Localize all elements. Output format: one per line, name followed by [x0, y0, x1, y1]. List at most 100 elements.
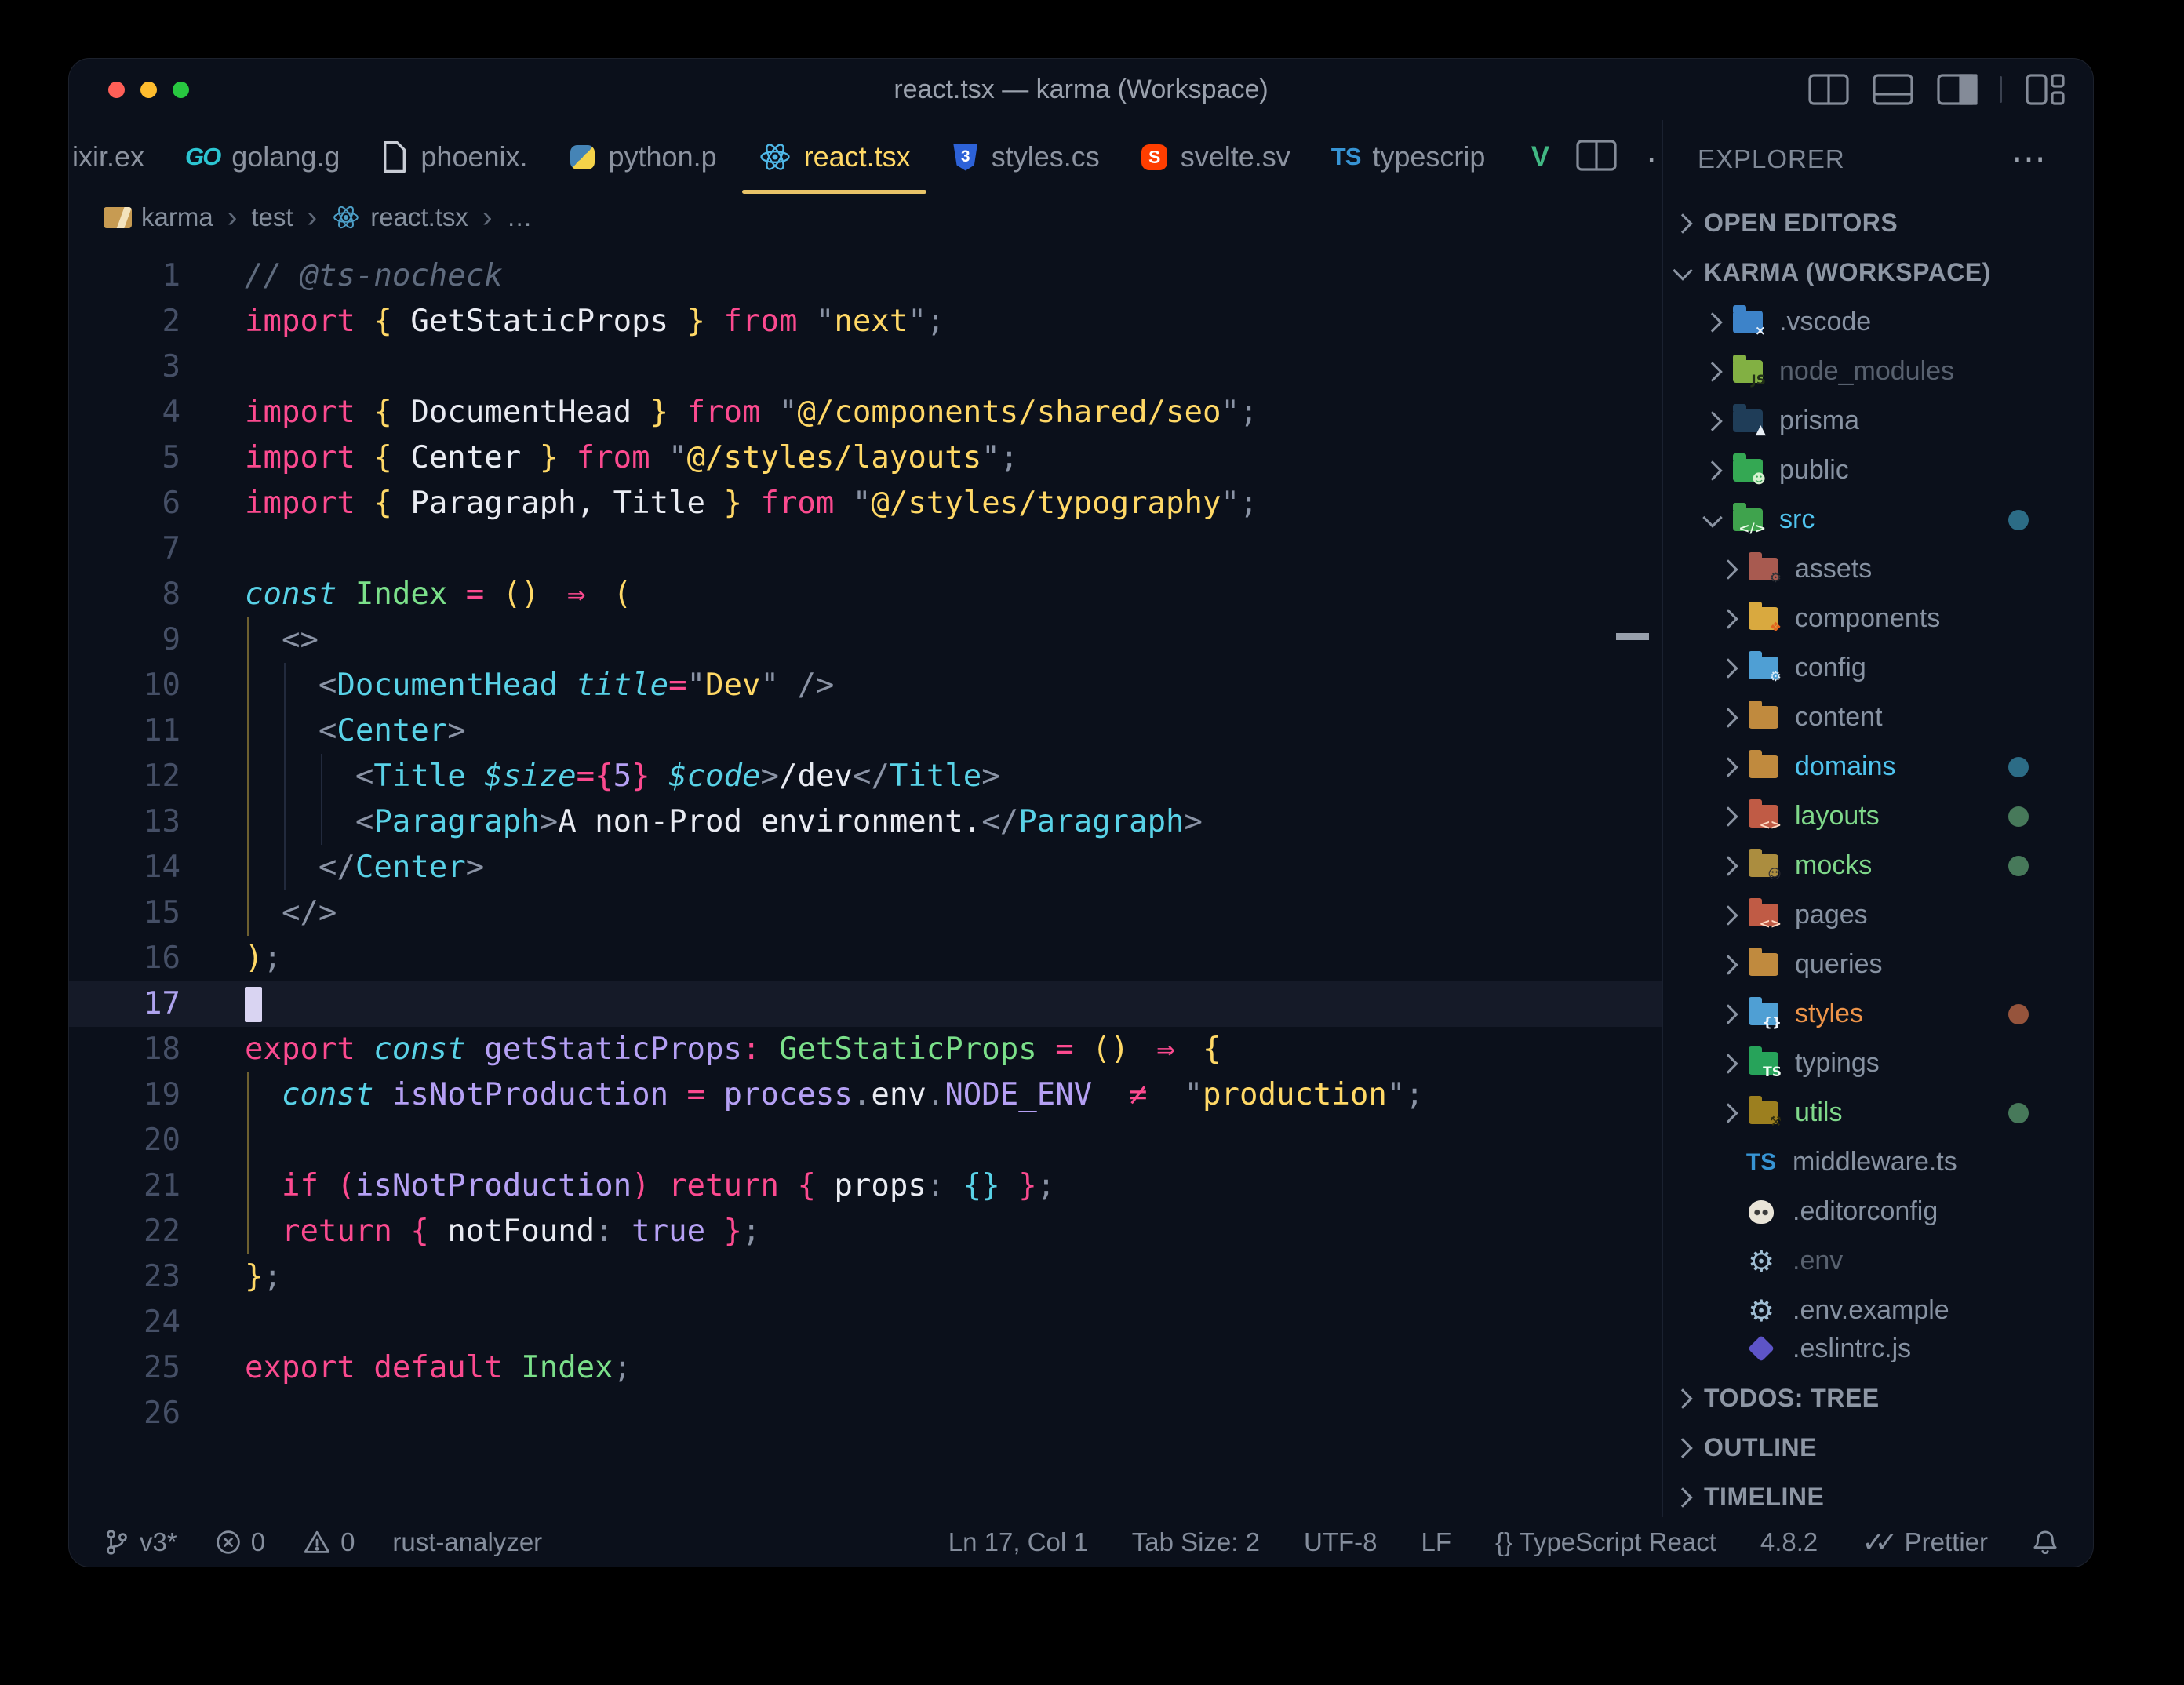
tree-folder-components[interactable]: ❖components — [1663, 594, 2093, 643]
customize-layout-icon[interactable] — [2022, 71, 2066, 108]
tab-ixir.ex[interactable]: ixir.ex — [69, 120, 165, 194]
code-line-23[interactable]: 23}; — [69, 1254, 1662, 1300]
section-timeline[interactable]: TIMELINE — [1663, 1472, 2093, 1517]
tree-file-editorconfig[interactable]: .editorconfig — [1663, 1187, 2093, 1236]
tree-folder-layouts[interactable]: <>layouts — [1663, 792, 2093, 841]
tree-file-env[interactable]: ⚙.env — [1663, 1236, 2093, 1286]
tab-typescrip[interactable]: TStypescrip — [1311, 120, 1506, 194]
code-line-15[interactable]: 15 </> — [69, 890, 1662, 936]
code-line-7[interactable]: 7 — [69, 526, 1662, 572]
tree-folder-config[interactable]: ⚙config — [1663, 643, 2093, 693]
code-line-26[interactable]: 26 — [69, 1391, 1662, 1436]
code-line-13[interactable]: 13 <Paragraph>A non-Prod environment.</P… — [69, 799, 1662, 845]
tree-folder-assets[interactable]: ⚙assets — [1663, 544, 2093, 594]
chevron-right-icon — [1673, 1487, 1692, 1507]
zoom-window-button[interactable] — [173, 82, 189, 98]
status-item-tab-size-2[interactable]: Tab Size: 2 — [1132, 1527, 1260, 1557]
breadcrumb-item-test[interactable]: test — [251, 202, 293, 232]
split-editors-icon[interactable] — [1807, 71, 1851, 108]
tree-folder-vscode[interactable]: ×.vscode — [1663, 297, 2093, 347]
tree-folder-utils[interactable]: ⚒utils — [1663, 1088, 2093, 1137]
section-open-editors[interactable]: OPEN EDITORS — [1663, 198, 2093, 248]
tree-folder-queries[interactable]: queries — [1663, 940, 2093, 989]
folder-icon: ⚙ — [1746, 651, 1781, 686]
tree-folder-prisma[interactable]: ▲prisma — [1663, 396, 2093, 446]
code-line-6[interactable]: 6import { Paragraph, Title } from "@/sty… — [69, 481, 1662, 526]
git-status-dot — [2008, 806, 2029, 827]
code-line-9[interactable]: 9 <> — [69, 617, 1662, 663]
tree-folder-node_modules[interactable]: JSnode_modules — [1663, 347, 2093, 396]
code-line-11[interactable]: 11 <Center> — [69, 708, 1662, 754]
code-line-10[interactable]: 10 <DocumentHead title="Dev" /> — [69, 663, 1662, 708]
tree-folder-typings[interactable]: TStypings — [1663, 1039, 2093, 1088]
status-item-typescript-react[interactable]: {} TypeScript React — [1495, 1527, 1716, 1557]
code-line-8[interactable]: 8const Index = () ⇒ ( — [69, 572, 1662, 617]
status-item-lf[interactable]: LF — [1421, 1527, 1451, 1557]
tree-folder-pages[interactable]: <>pages — [1663, 890, 2093, 940]
breadcrumb-item-…[interactable]: … — [507, 202, 533, 232]
status-item-4.8.2[interactable]: 4.8.2 — [1760, 1527, 1818, 1557]
toggle-panel-icon[interactable] — [1871, 71, 1915, 108]
code-editor[interactable]: 1// @ts-nocheck2import { GetStaticProps … — [69, 241, 1662, 1517]
python-icon — [569, 141, 597, 173]
status-item-utf-8[interactable]: UTF-8 — [1304, 1527, 1378, 1557]
tab-phoenix.[interactable]: phoenix. — [360, 120, 548, 194]
line-number: 13 — [69, 799, 220, 845]
toggle-right-sidebar-icon[interactable] — [1935, 71, 1979, 108]
code-line-2[interactable]: 2import { GetStaticProps } from "next"; — [69, 299, 1662, 344]
tree-item-label: pages — [1795, 900, 1868, 930]
status-item-v3[interactable]: v3* — [104, 1527, 177, 1557]
status-item-rust-analyzer[interactable]: rust-analyzer — [392, 1527, 542, 1557]
code-line-14[interactable]: 14 </Center> — [69, 845, 1662, 890]
tree-file-eslintrc.js[interactable]: .eslintrc.js — [1663, 1335, 2093, 1362]
code-line-17[interactable]: 17 — [69, 981, 1662, 1027]
code-content: export const getStaticProps: GetStaticPr… — [220, 1027, 1662, 1072]
tree-file-middleware.ts[interactable]: TSmiddleware.ts — [1663, 1137, 2093, 1187]
code-line-25[interactable]: 25export default Index; — [69, 1345, 1662, 1391]
tree-item-label: layouts — [1795, 801, 1880, 832]
tree-folder-src[interactable]: </>src — [1663, 495, 2093, 544]
section-outline[interactable]: OUTLINE — [1663, 1423, 2093, 1472]
code-line-3[interactable]: 3 — [69, 344, 1662, 390]
tree-folder-styles[interactable]: {}styles — [1663, 989, 2093, 1039]
sidebar-bottom-sections: TODOS: TREEOUTLINETIMELINE — [1663, 1374, 2093, 1517]
code-line-5[interactable]: 5import { Center } from "@/styles/layout… — [69, 435, 1662, 481]
status-item-prettier[interactable]: ✓✓Prettier — [1862, 1526, 1988, 1559]
breadcrumb-item-react.tsx[interactable]: react.tsx — [331, 202, 468, 232]
close-window-button[interactable] — [108, 82, 125, 98]
code-content: import { Paragraph, Title } from "@/styl… — [220, 481, 1662, 526]
status-item-bell[interactable] — [2032, 1528, 2058, 1556]
section-workspace-root[interactable]: KARMA (WORKSPACE) — [1663, 248, 2093, 297]
code-line-16[interactable]: 16); — [69, 936, 1662, 981]
tab-python.p[interactable]: python.p — [548, 120, 737, 194]
code-line-24[interactable]: 24 — [69, 1300, 1662, 1345]
code-line-22[interactable]: 22 return { notFound: true }; — [69, 1209, 1662, 1254]
split-editor-icon[interactable] — [1574, 136, 1618, 178]
tab-styles.cs[interactable]: 3styles.cs — [931, 120, 1120, 194]
minimize-window-button[interactable] — [140, 82, 157, 98]
tab-react.tsx[interactable]: react.tsx — [737, 120, 931, 194]
tab-golang.g[interactable]: GOgolang.g — [165, 120, 360, 194]
tree-folder-public[interactable]: ☻public — [1663, 446, 2093, 495]
tree-folder-mocks[interactable]: ☺mocks — [1663, 841, 2093, 890]
breadcrumb-item-karma[interactable]: karma — [104, 202, 213, 232]
tree-folder-content[interactable]: content — [1663, 693, 2093, 742]
tree-file-env.example[interactable]: ⚙.env.example — [1663, 1286, 2093, 1335]
breadcrumb: karma›test›react.tsx›… — [69, 194, 1662, 241]
code-line-1[interactable]: 1// @ts-nocheck — [69, 253, 1662, 299]
status-item-ln-17-col-1[interactable]: Ln 17, Col 1 — [948, 1527, 1088, 1557]
status-item-0[interactable]: 0 — [215, 1527, 265, 1557]
code-line-21[interactable]: 21 if (isNotProduction) return { props: … — [69, 1163, 1662, 1209]
branch-icon — [104, 1528, 130, 1556]
tree-folder-domains[interactable]: domains — [1663, 742, 2093, 792]
status-item-0[interactable]: 0 — [303, 1527, 355, 1557]
tab-vue[interactable]: V — [1505, 120, 1574, 194]
code-line-19[interactable]: 19 const isNotProduction = process.env.N… — [69, 1072, 1662, 1118]
code-line-18[interactable]: 18export const getStaticProps: GetStatic… — [69, 1027, 1662, 1072]
tab-svelte.sv[interactable]: Ssvelte.sv — [1120, 120, 1311, 194]
line-number: 25 — [69, 1345, 220, 1391]
section-todos-tree[interactable]: TODOS: TREE — [1663, 1374, 2093, 1423]
code-line-20[interactable]: 20 — [69, 1118, 1662, 1163]
code-line-12[interactable]: 12 <Title $size={5} $code>/dev</Title> — [69, 754, 1662, 799]
code-line-4[interactable]: 4import { DocumentHead } from "@/compone… — [69, 390, 1662, 435]
